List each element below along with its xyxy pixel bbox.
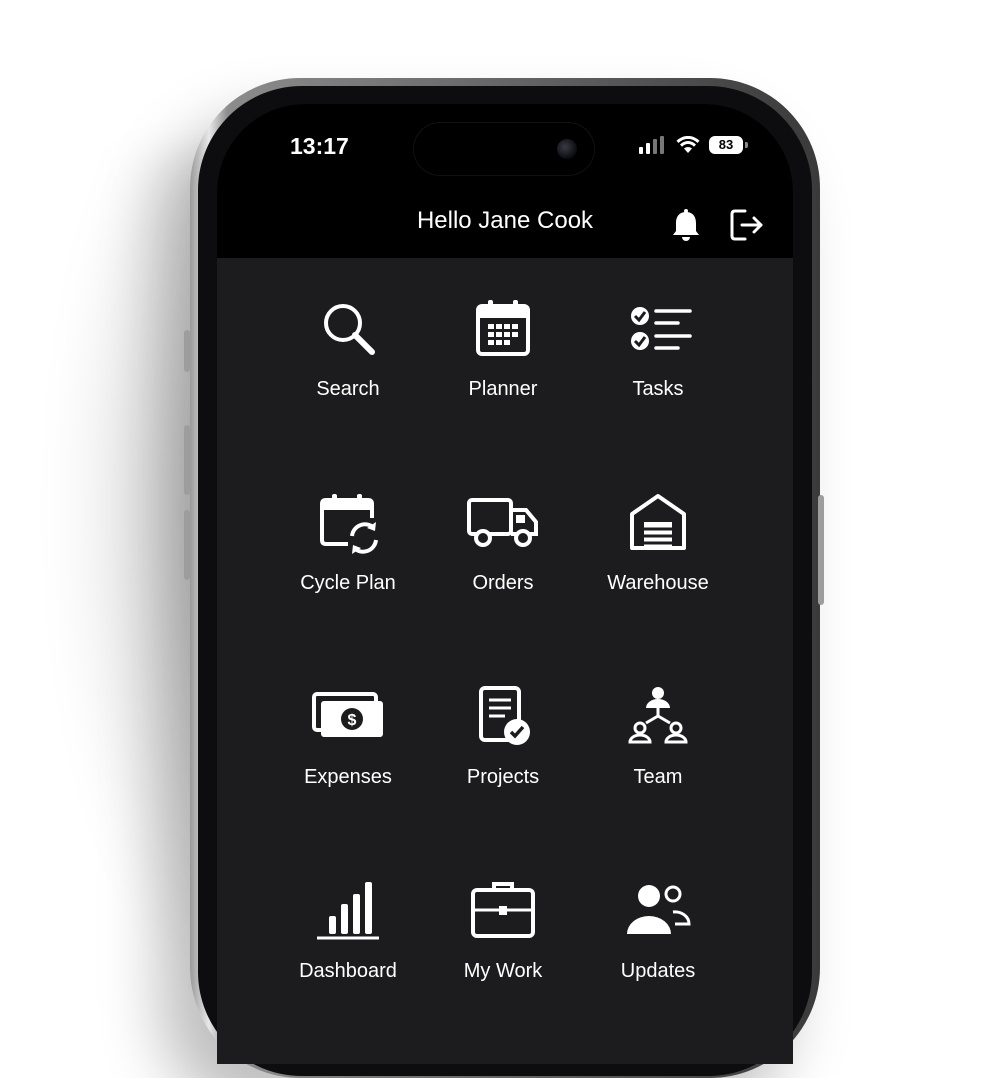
search-icon (318, 298, 378, 358)
action-button (184, 330, 190, 372)
phone-screen: 13:17 83 Hello Jane Cook Search Planner … (217, 104, 793, 1064)
briefcase-icon (470, 880, 535, 940)
wifi-icon (676, 136, 700, 154)
menu-item-label: My Work (463, 960, 543, 982)
power-button (818, 495, 824, 605)
menu-item-search[interactable]: Search (273, 298, 423, 438)
menu-item-tasks[interactable]: Tasks (583, 298, 733, 438)
menu-item-label: Orders (472, 572, 534, 594)
camera-icon (557, 139, 577, 159)
calendar-icon (473, 298, 533, 358)
menu-item-planner[interactable]: Planner (428, 298, 578, 438)
volume-up-button (184, 425, 190, 495)
volume-down-button (184, 510, 190, 580)
notifications-button[interactable] (669, 207, 703, 243)
menu-item-label: Search (316, 378, 380, 400)
logout-icon (730, 209, 763, 241)
status-icons: 83 (639, 136, 748, 154)
team-icon (628, 686, 688, 746)
menu-item-updates[interactable]: Updates (583, 880, 733, 1020)
money-icon: $ (311, 686, 383, 746)
menu-item-expenses[interactable]: $ Expenses (273, 686, 423, 826)
menu-item-dashboard[interactable]: Dashboard (273, 880, 423, 1020)
menu-item-team[interactable]: Team (583, 686, 733, 826)
checklist-icon (628, 298, 692, 358)
calendar-cycle-icon (318, 492, 378, 554)
menu-item-label: Expenses (304, 766, 392, 788)
menu-item-label: Tasks (632, 378, 684, 400)
signal-icon (639, 136, 667, 154)
greeting-title: Hello Jane Cook (416, 207, 594, 234)
app-header: 13:17 83 Hello Jane Cook (217, 104, 793, 258)
menu-item-label: Warehouse (607, 572, 709, 594)
battery-indicator: 83 (709, 136, 748, 154)
menu-item-projects[interactable]: Projects (428, 686, 578, 826)
menu-item-my-work[interactable]: My Work (428, 880, 578, 1020)
bell-icon (673, 209, 699, 241)
people-icon (625, 880, 691, 940)
menu-item-warehouse[interactable]: Warehouse (583, 492, 733, 632)
menu-item-label: Dashboard (299, 960, 397, 982)
dynamic-island (413, 122, 595, 176)
menu-item-label: Cycle Plan (300, 572, 396, 594)
menu-item-label: Projects (466, 766, 540, 788)
menu-item-label: Updates (620, 960, 696, 982)
menu-item-label: Team (633, 766, 683, 788)
menu-item-label: Planner (468, 378, 538, 400)
logout-button[interactable] (729, 207, 763, 243)
warehouse-icon (628, 492, 688, 552)
bar-chart-icon (315, 880, 379, 940)
document-check-icon (473, 686, 533, 746)
svg-text:$: $ (348, 712, 357, 729)
menu-item-orders[interactable]: Orders (428, 492, 578, 632)
menu-item-cycle-plan[interactable]: Cycle Plan (273, 492, 423, 632)
truck-icon (466, 492, 538, 552)
status-time: 13:17 (290, 133, 349, 159)
